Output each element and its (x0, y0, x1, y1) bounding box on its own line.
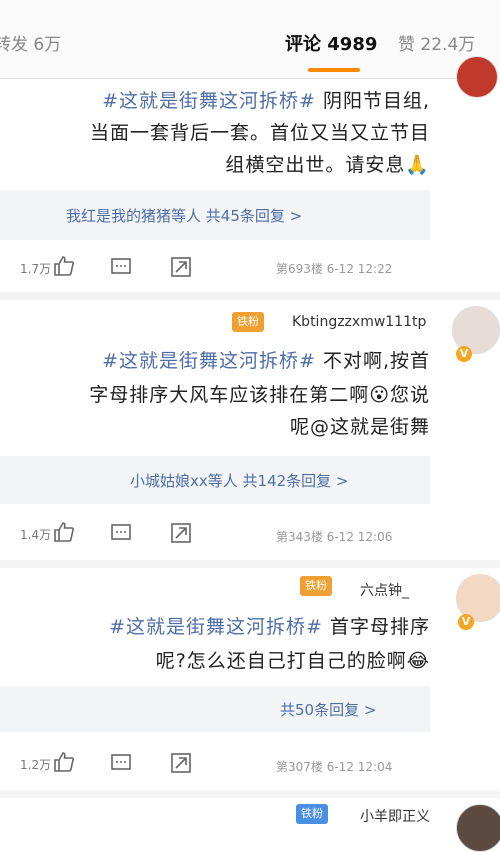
comment-icon[interactable] (110, 256, 132, 278)
floor-time: 第307楼 6-12 12:04 (276, 760, 393, 774)
replies-summary[interactable]: 共50条回复 > (280, 699, 376, 720)
replies-summary[interactable]: 我红是我的猪猪等人 共45条回复 > (66, 205, 302, 226)
avatar[interactable] (456, 804, 500, 852)
comment-text-line: 呢@这就是街舞 (289, 416, 430, 438)
like-count: 1.2万 (20, 758, 52, 772)
comment-text-line: #这就是街舞这河拆桥# 阴阳节目组, (102, 90, 430, 112)
fan-tag: 铁粉 (296, 804, 328, 824)
hashtag-link[interactable]: #这就是街舞这河拆桥# (102, 350, 316, 372)
replies-box[interactable]: 小城姑娘xx等人 共142条回复 > (0, 456, 430, 504)
share-icon[interactable] (170, 522, 192, 544)
verified-badge: V (458, 614, 474, 630)
tab-reposts[interactable]: 转发 6万 (0, 30, 61, 55)
replies-box[interactable]: 我红是我的猪猪等人 共45条回复 > (0, 190, 430, 240)
comment-icon[interactable] (110, 522, 132, 544)
comment-text-line: 当面一套背后一套。首位又当又立节目 (89, 122, 430, 144)
username[interactable]: 小羊即正义 (360, 806, 430, 826)
comment-divider (0, 560, 500, 568)
verified-badge: V (456, 346, 472, 362)
replies-summary[interactable]: 小城姑娘xx等人 共142条回复 > (130, 470, 349, 491)
comment-icon[interactable] (110, 752, 132, 774)
comment-text-line: 字母排序大风车应该排在第二啊😮您说 (89, 384, 430, 406)
hashtag-link[interactable]: #这就是街舞这河拆桥# (109, 616, 323, 638)
username[interactable]: Kbtingzzxmw111tp (292, 314, 426, 330)
like-count: 1.4万 (20, 528, 52, 542)
share-icon[interactable] (170, 256, 192, 278)
avatar[interactable] (456, 56, 498, 98)
comment-tabs: 转发 6万 评论 4989 赞 22.4万 (0, 0, 500, 79)
fan-tag: 铁粉 (232, 312, 264, 332)
replies-box[interactable]: 共50条回复 > (0, 686, 430, 732)
username[interactable]: 六点钟_ (360, 580, 409, 600)
tab-likes[interactable]: 赞 22.4万 (398, 30, 475, 55)
like-count: 1.7万 (20, 262, 52, 276)
tab-comments[interactable]: 评论 4989 (285, 30, 377, 56)
like-icon[interactable] (52, 520, 76, 544)
share-icon[interactable] (170, 752, 192, 774)
comment-divider (0, 292, 500, 300)
floor-time: 第343楼 6-12 12:06 (276, 530, 393, 544)
floor-time: 第693楼 6-12 12:22 (276, 262, 393, 276)
active-tab-indicator (308, 68, 360, 72)
like-icon[interactable] (52, 254, 76, 278)
fan-tag: 铁粉 (300, 576, 332, 596)
comment-text-line: 呢?怎么还自己打自己的脸啊😂 (155, 650, 430, 672)
comment-text-line: #这就是街舞这河拆桥# 首字母排序 (109, 616, 430, 638)
comment-text-line: 组横空出世。请安息🙏 (225, 154, 430, 176)
comment-text-line: #这就是街舞这河拆桥# 不对啊,按首 (102, 350, 430, 372)
comment-divider (0, 790, 500, 798)
like-icon[interactable] (52, 750, 76, 774)
hashtag-link[interactable]: #这就是街舞这河拆桥# (102, 90, 316, 112)
